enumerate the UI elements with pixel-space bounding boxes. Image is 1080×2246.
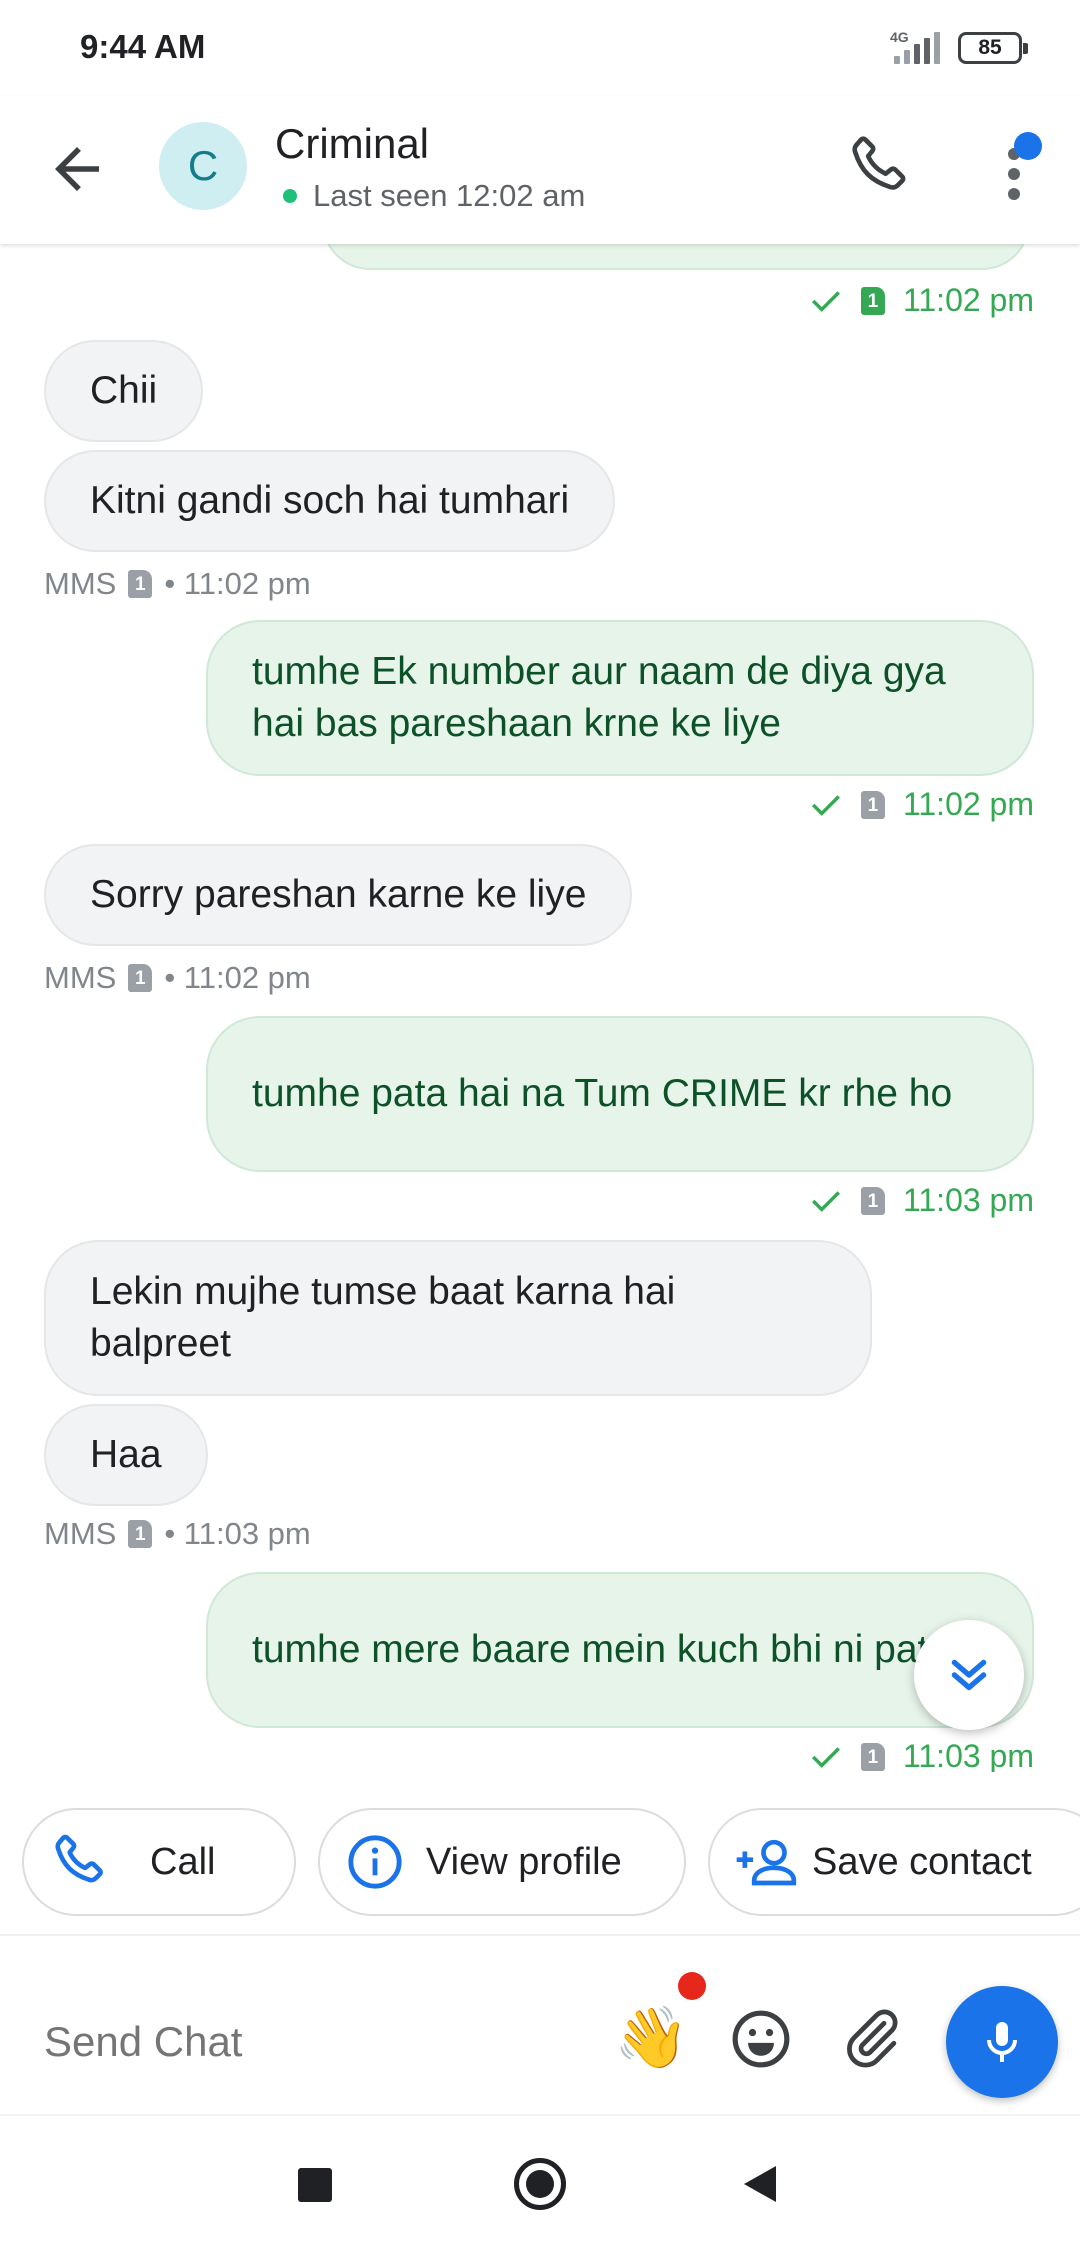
back-arrow-icon (55, 147, 99, 191)
outgoing-message[interactable] (322, 244, 1030, 270)
message-input[interactable] (44, 2018, 564, 2066)
back-button[interactable] (44, 136, 110, 202)
message-time: 11:02 pm (902, 786, 1034, 822)
emoji-icon (732, 2010, 790, 2068)
message-meta: 1 11:03 pm (809, 1738, 1034, 1772)
message-meta: MMS 1 • 11:02 pm (44, 566, 311, 602)
voice-record-button[interactable] (946, 1986, 1058, 2098)
message-type: MMS (44, 566, 117, 601)
outgoing-message[interactable]: tumhe pata hai na Tum CRIME kr rhe ho (206, 1016, 1034, 1172)
emoji-button[interactable] (730, 2008, 792, 2070)
network-type: 4G (890, 29, 909, 45)
message-meta: MMS 1 • 11:02 pm (44, 960, 311, 996)
message-time: 11:03 pm (902, 1738, 1034, 1772)
message-meta: 1 11:03 pm (809, 1182, 1034, 1219)
chip-label: Save contact (812, 1840, 1032, 1883)
view-profile-chip[interactable]: View profile (318, 1808, 686, 1916)
chip-label: View profile (426, 1840, 622, 1883)
wave-badge-dot (678, 1972, 706, 2000)
attach-button[interactable] (840, 2006, 904, 2070)
double-chevron-down-icon (951, 1659, 987, 1691)
call-button[interactable] (846, 132, 916, 202)
scroll-to-bottom-button[interactable] (914, 1620, 1024, 1730)
status-bar: 9:44 AM 4G 85 (0, 0, 1080, 96)
signal-icon: 4G (890, 28, 948, 68)
message-time: • 11:02 pm (164, 566, 311, 601)
battery-level: 85 (978, 36, 1002, 59)
avatar-letter: C (187, 142, 219, 189)
status-time: 9:44 AM (80, 28, 206, 65)
incoming-message[interactable]: Sorry pareshan karne ke liye (44, 844, 633, 946)
phone-icon (55, 1834, 103, 1883)
last-seen-text: Last seen 12:02 am (313, 178, 586, 213)
avatar[interactable]: C (159, 122, 247, 210)
message-time: • 11:03 pm (164, 1516, 311, 1551)
add-person-icon (736, 1839, 797, 1886)
notification-dot-icon (1014, 132, 1042, 160)
contact-name[interactable]: Criminal (275, 120, 429, 168)
sent-check-icon (812, 1746, 840, 1768)
sent-check-icon (812, 290, 840, 312)
system-navigation-bar (0, 2114, 1080, 2246)
save-contact-chip[interactable]: Save contact (708, 1808, 1080, 1916)
outgoing-message[interactable]: tumhe Ek number aur naam de diya gya hai… (206, 620, 1034, 776)
sim-icon: 1 (860, 1742, 885, 1771)
info-icon (348, 1835, 402, 1889)
message-list[interactable]: 1 11:02 pm Chii Kitni gandi soch hai tum… (0, 244, 1080, 1772)
message-composer: 👋 (0, 1934, 1080, 2114)
outgoing-message[interactable]: tumhe mere baare mein kuch bhi ni pata (206, 1572, 1034, 1728)
sent-check-icon (812, 794, 840, 816)
sim-icon: 1 (860, 286, 885, 315)
status-icons: 4G 85 (890, 26, 1028, 70)
incoming-message[interactable]: Kitni gandi soch hai tumhari (44, 450, 616, 552)
online-dot-icon (283, 189, 297, 203)
battery-icon: 85 (958, 32, 1028, 64)
conversation-header: C Criminal Last seen 12:02 am (0, 96, 1080, 244)
message-type: MMS (44, 1516, 117, 1551)
incoming-message[interactable]: Haa (44, 1404, 208, 1506)
recents-square-icon[interactable] (298, 2168, 332, 2202)
phone-icon (852, 136, 906, 190)
incoming-message[interactable]: Chii (44, 340, 204, 442)
message-time: 11:03 pm (902, 1182, 1034, 1218)
call-chip[interactable]: Call (22, 1808, 296, 1916)
mic-icon (987, 2022, 1017, 2062)
message-meta: 1 11:02 pm (809, 786, 1034, 823)
attach-icon (847, 2009, 898, 2068)
sim-icon: 1 (128, 964, 153, 992)
message-type: MMS (44, 960, 117, 995)
message-meta: 1 11:02 pm (809, 282, 1034, 319)
home-circle-icon[interactable] (514, 2158, 566, 2210)
message-time: 11:02 pm (902, 282, 1034, 318)
more-options-button[interactable] (990, 132, 1042, 204)
chip-label: Call (150, 1840, 216, 1883)
incoming-message[interactable]: Lekin mujhe tumse baat karna hai balpree… (44, 1240, 872, 1396)
sim-icon: 1 (860, 1186, 885, 1215)
back-triangle-icon[interactable] (744, 2166, 776, 2202)
suggestion-chips: Call View profile Save contact (0, 1772, 1080, 1934)
message-time: • 11:02 pm (164, 960, 311, 995)
sim-icon: 1 (128, 570, 153, 598)
last-seen-status: Last seen 12:02 am (283, 178, 585, 214)
sent-check-icon (812, 1190, 840, 1212)
message-meta: MMS 1 • 11:03 pm (44, 1516, 311, 1552)
sim-icon: 1 (128, 1520, 153, 1548)
sim-icon: 1 (860, 790, 885, 819)
wave-emoji-icon[interactable]: 👋 (614, 2008, 689, 2068)
